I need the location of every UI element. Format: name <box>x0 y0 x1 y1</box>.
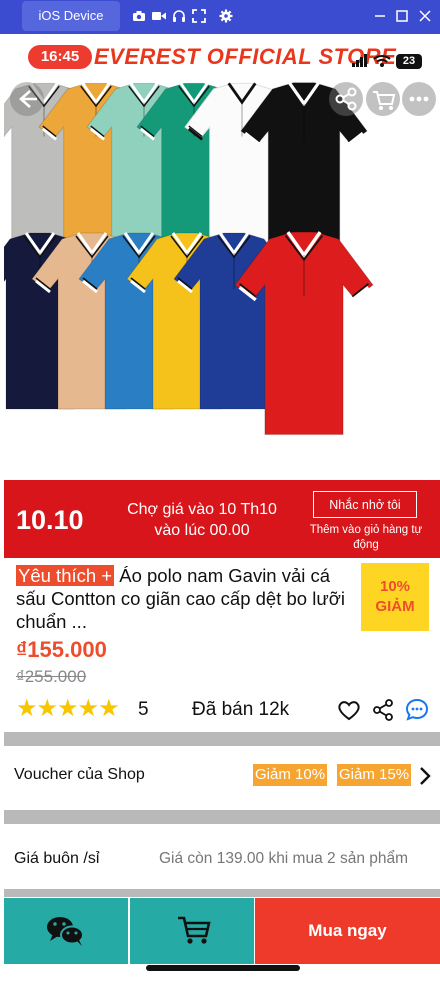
simulator-device-tab[interactable]: iOS Device <box>22 1 120 31</box>
video-icon[interactable] <box>152 9 166 23</box>
wholesale-label: Giá buôn /sỉ <box>14 850 100 867</box>
chat-with-shop-button[interactable] <box>4 898 128 964</box>
chevron-right-icon <box>418 765 432 792</box>
cart-icon <box>178 916 211 944</box>
more-options-button[interactable] <box>402 82 436 116</box>
rating-value: 5 <box>138 699 149 720</box>
wifi-icon <box>373 55 391 63</box>
fullscreen-icon[interactable] <box>192 9 206 23</box>
wholesale-price-info[interactable]: Giá còn 139.00 khi mua 2 sản phẩm <box>159 848 437 870</box>
promo-text: Chợ giá vào 10 Th10 vào lúc 00.00 <box>112 499 292 541</box>
add-to-cart-button[interactable] <box>130 898 254 964</box>
camera-icon[interactable] <box>132 9 146 23</box>
share-icon <box>335 87 357 111</box>
voucher-chip[interactable]: Giảm 15% <box>337 764 412 786</box>
product-title-block: Yêu thích + Áo polo nam Gavin vải cá sấu… <box>16 564 348 633</box>
section-divider <box>4 732 440 746</box>
battery-indicator: 23 <box>396 54 422 69</box>
back-arrow-icon <box>19 90 37 108</box>
current-price: ₫155.000 <box>16 637 107 662</box>
settings-gear-icon[interactable] <box>219 9 233 23</box>
back-arrow-button[interactable] <box>10 82 44 116</box>
discount-percent: 10% <box>379 578 411 595</box>
share-product-button[interactable] <box>370 697 396 723</box>
favorite-heart-button[interactable] <box>336 697 362 723</box>
cart-icon <box>373 91 396 110</box>
favorite-tag: Yêu thích + <box>16 565 115 586</box>
chat-bubble-button[interactable] <box>404 697 430 723</box>
shop-voucher-label: Voucher của Shop <box>14 766 145 783</box>
heart-icon <box>338 701 360 721</box>
remind-me-button[interactable]: Nhắc nhở tôi <box>313 491 417 518</box>
home-indicator <box>146 965 300 971</box>
status-time: 16:45 <box>28 45 92 69</box>
discount-word: GIẢM <box>375 598 415 615</box>
close-window-button[interactable] <box>416 7 434 25</box>
store-brand-banner: EVEREST OFFICIAL STORE <box>94 44 397 69</box>
minimize-window-button[interactable] <box>371 7 389 25</box>
more-dots-icon <box>409 96 429 102</box>
promo-date: 10.10 <box>16 505 84 535</box>
voucher-chip[interactable]: Giảm 10% <box>253 764 328 786</box>
promo-text-line2: vào lúc 00.00 <box>154 522 250 539</box>
section-divider <box>4 889 440 897</box>
auto-add-cart-note: Thêm vào giỏ hàng tự động <box>309 524 423 551</box>
promo-text-line1: Chợ giá vào 10 Th10 <box>127 501 277 518</box>
cart-header-button[interactable] <box>366 82 400 116</box>
buy-now-button[interactable]: Mua ngay <box>255 898 440 964</box>
sold-count: Đã bán 12k <box>192 699 290 720</box>
original-price: ₫255.000 <box>16 667 87 686</box>
app-screen: EVEREST OFFICIAL STORE 16:45 23 10.10 Ch… <box>4 34 440 982</box>
discount-badge: 10% GIẢM <box>361 563 429 631</box>
share-icon <box>373 699 393 721</box>
signal-icon <box>352 54 367 67</box>
headphones-icon[interactable] <box>172 9 186 23</box>
wechat-chat-icon <box>47 917 84 946</box>
rating-stars: ★★★★★ <box>16 695 120 722</box>
maximize-window-button[interactable] <box>393 7 411 25</box>
chat-bubble-icon <box>405 698 429 721</box>
share-button[interactable] <box>329 82 363 116</box>
section-divider <box>4 810 440 824</box>
